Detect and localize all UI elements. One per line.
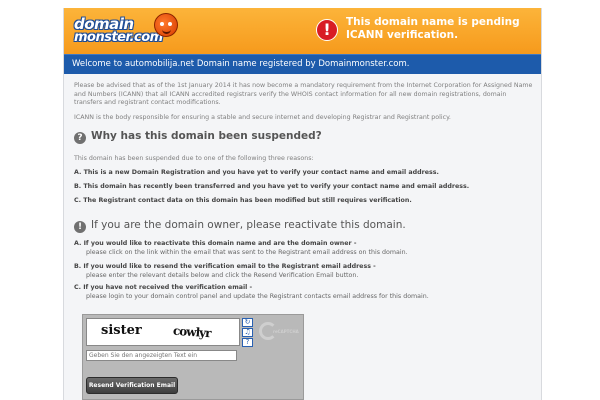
suspended-heading: ? Why has this domain been suspended?	[74, 130, 322, 144]
reason-a: A. This is a new Domain Registration and…	[74, 169, 439, 176]
alert-exclamation-icon: !	[316, 19, 338, 41]
question-icon: ?	[74, 132, 86, 144]
captcha-word-2: cowlyr	[172, 323, 211, 341]
recaptcha-brand: reCAPTCHA	[273, 329, 299, 334]
step-b-title: B. If you would like to resend the verif…	[74, 263, 376, 270]
step-b: B. If you would like to resend the verif…	[74, 263, 376, 280]
header-banner: domain monster.com ! This domain name is…	[64, 8, 541, 54]
suspended-lead: This domain has been suspended due to on…	[74, 155, 314, 162]
step-a: A. If you would like to reactivate this …	[74, 240, 408, 257]
step-c: C. If you have not received the verifica…	[74, 284, 429, 301]
audio-icon[interactable]: ♫	[242, 328, 253, 337]
welcome-bar: Welcome to automobilija.net Domain name …	[64, 54, 541, 74]
intro-paragraph: Please be advised that as of the 1st Jan…	[74, 82, 533, 106]
captcha-word-1: sister	[101, 323, 142, 338]
recaptcha-logo: reCAPTCHA	[259, 321, 301, 343]
welcome-text: Welcome to automobilija.net Domain name …	[72, 59, 410, 69]
owner-heading-text: If you are the domain owner, please reac…	[91, 219, 406, 231]
reason-b: B. This domain has recently been transfe…	[74, 183, 470, 190]
step-c-detail: please login to your domain control pane…	[86, 292, 429, 300]
step-b-detail: please enter the relevant details below …	[86, 271, 359, 279]
notice-line-2: ICANN verification.	[346, 29, 459, 41]
exclamation-icon: !	[74, 221, 86, 233]
step-c-title: C. If you have not received the verifica…	[74, 284, 253, 291]
captcha-controls: ↻ ♫ ?	[242, 318, 254, 348]
resend-verification-button[interactable]: Resend Verification Email	[86, 377, 178, 394]
pending-verification-notice: This domain name is pending ICANN verifi…	[346, 16, 526, 42]
suspended-heading-text: Why has this domain been suspended?	[91, 130, 322, 142]
owner-heading: ! If you are the domain owner, please rea…	[74, 219, 406, 233]
notice-line-1: This domain name is pending	[346, 16, 520, 28]
icann-paragraph: ICANN is the body responsible for ensuri…	[74, 114, 451, 121]
step-a-title: A. If you would like to reactivate this …	[74, 240, 357, 247]
page-container: domain monster.com ! This domain name is…	[63, 8, 542, 400]
help-icon[interactable]: ?	[242, 338, 253, 347]
reason-c: C. The Registrant contact data on this d…	[74, 197, 412, 204]
captcha-input[interactable]	[86, 350, 237, 361]
monster-mascot-icon	[154, 13, 178, 37]
recaptcha-widget: sister cowlyr ↻ ♫ ? reCAPTCHA Resend Ver…	[82, 314, 304, 400]
logo-text-monster: monster.com	[74, 30, 163, 45]
refresh-icon[interactable]: ↻	[242, 318, 253, 327]
step-a-detail: please click on the link within the emai…	[86, 248, 408, 256]
captcha-image: sister cowlyr	[86, 318, 240, 346]
domainmonster-logo[interactable]: domain monster.com	[74, 13, 184, 49]
